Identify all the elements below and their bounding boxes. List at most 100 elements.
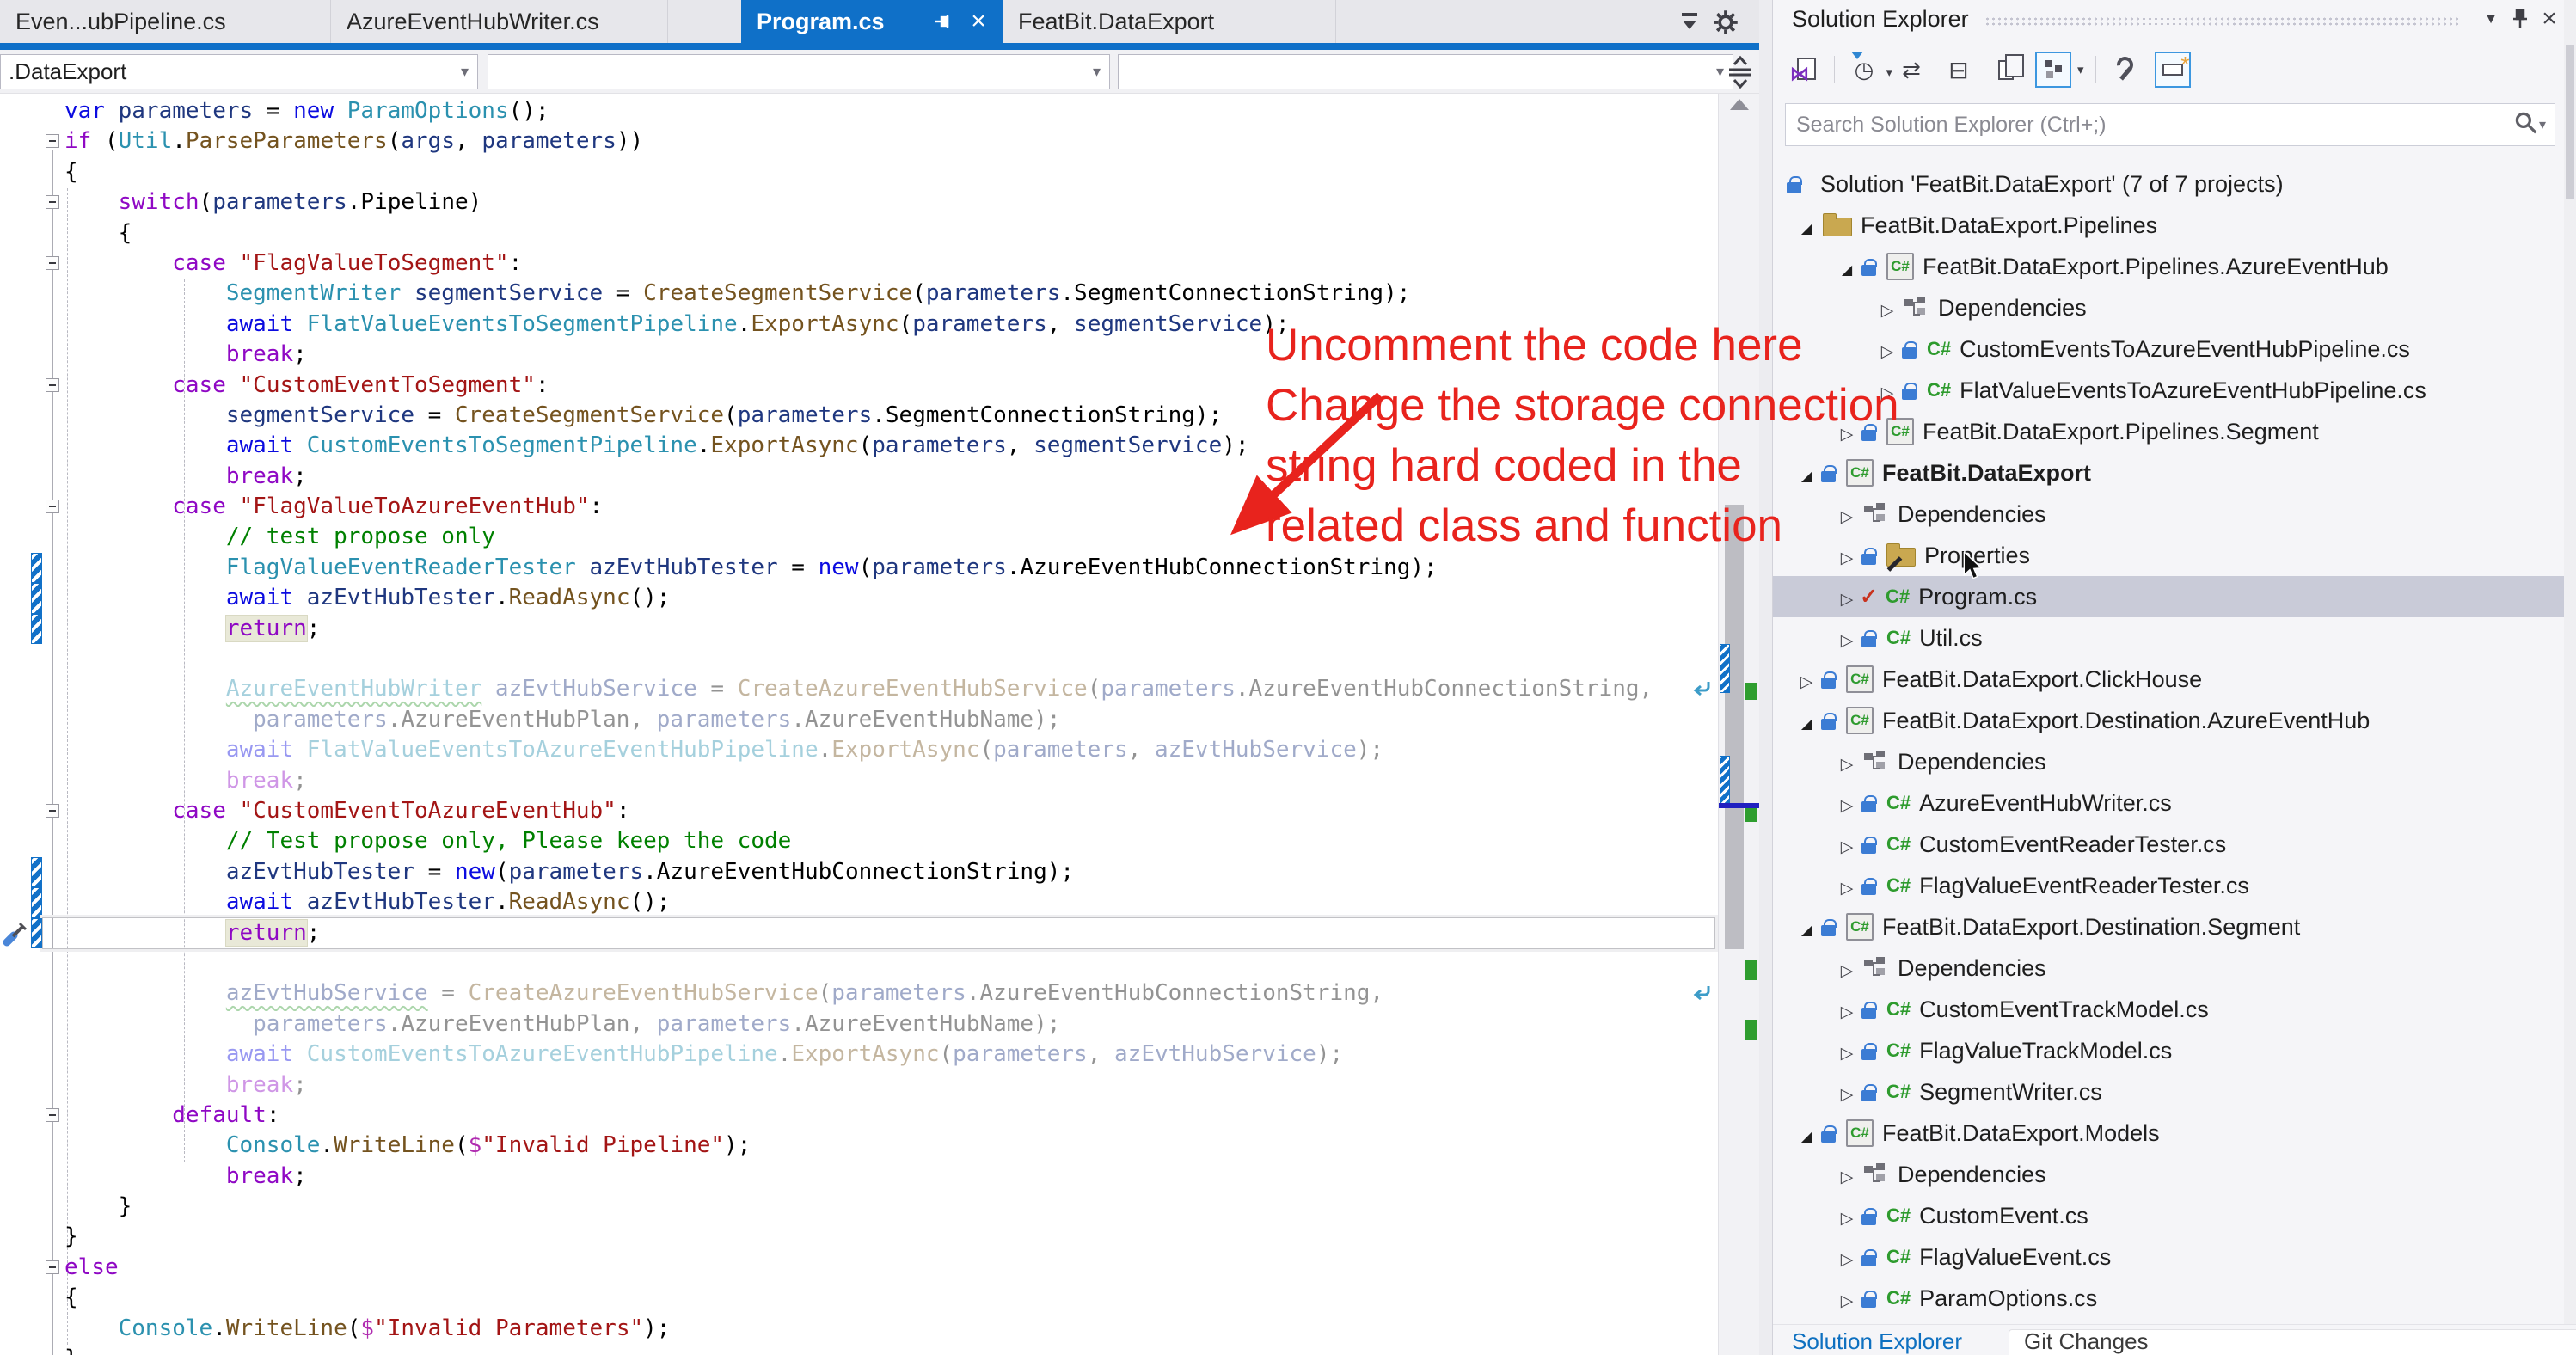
- tree-item-customeventtrackmodel-cs[interactable]: C#CustomEventTrackModel.cs: [1773, 989, 2564, 1030]
- code-line-39[interactable]: else: [0, 1253, 1718, 1283]
- code-line-2[interactable]: if (Util.ParseParameters(args, parameter…: [0, 126, 1718, 156]
- type-dropdown[interactable]: ▾: [488, 54, 1110, 89]
- code-line-30[interactable]: azEvtHubService = CreateAzureEventHubSer…: [0, 978, 1718, 1009]
- document-tab-featbit-dataexport[interactable]: FeatBit.DataExport: [1003, 0, 1336, 43]
- tree-item-util-cs[interactable]: C#Util.cs: [1773, 617, 2564, 659]
- code-line-9[interactable]: break;: [0, 340, 1718, 370]
- code-line-3[interactable]: {: [0, 157, 1718, 187]
- expand-arrow-icon[interactable]: [1834, 625, 1860, 652]
- tree-item-dependencies[interactable]: Dependencies: [1773, 741, 2564, 782]
- code-line-21[interactable]: parameters.AzureEventHubPlan, parameters…: [0, 705, 1718, 735]
- tree-item-azureeventhubwriter-cs[interactable]: C#AzureEventHubWriter.cs: [1773, 782, 2564, 824]
- tree-item-featbit-dataexport-clickhouse[interactable]: C#FeatBit.DataExport.ClickHouse: [1773, 659, 2564, 700]
- sync-with-active-document-icon[interactable]: [1787, 52, 1823, 88]
- code-line-14[interactable]: case "FlagValueToAzureEventHub":: [0, 492, 1718, 522]
- tree-item-featbit-dataexport-pipelines-segment[interactable]: C#FeatBit.DataExport.Pipelines.Segment: [1773, 411, 2564, 452]
- tree-item-customeventstoazureeventhubpipeline-cs[interactable]: C#CustomEventsToAzureEventHubPipeline.cs: [1773, 328, 2564, 370]
- expand-arrow-icon[interactable]: [1834, 543, 1860, 569]
- tree-item-dependencies[interactable]: Dependencies: [1773, 1154, 2564, 1195]
- collapse-arrow-icon[interactable]: [1794, 212, 1819, 239]
- tree-item-dependencies[interactable]: Dependencies: [1773, 287, 2564, 328]
- tree-item-flatvalueeventstoazureeventhubpipeline-cs[interactable]: C#FlatValueEventsToAzureEventHubPipeline…: [1773, 370, 2564, 411]
- expand-arrow-icon[interactable]: [1834, 749, 1860, 776]
- code-line-19[interactable]: [0, 644, 1718, 674]
- collapse-arrow-icon[interactable]: [1834, 254, 1860, 280]
- tree-item-flagvalueevent-cs[interactable]: C#FlagValueEvent.cs: [1773, 1236, 2564, 1278]
- expand-arrow-icon[interactable]: [1834, 1244, 1860, 1271]
- editor-splitter-handle[interactable]: [1721, 52, 1759, 92]
- expand-arrow-icon[interactable]: [1794, 666, 1819, 693]
- fold-collapse-toggle[interactable]: [46, 1108, 59, 1122]
- pin-icon[interactable]: [930, 8, 958, 35]
- document-tab-program-cs[interactable]: Program.cs×: [741, 0, 1003, 43]
- sync-namespaces-icon[interactable]: ⇄: [1893, 52, 1929, 88]
- collapse-all-icon[interactable]: ⊟: [1941, 52, 1977, 88]
- scroll-up-arrow-icon[interactable]: [1730, 99, 1749, 110]
- code-line-18[interactable]: return;: [0, 614, 1718, 644]
- window-position-chevron-icon[interactable]: ▼: [2476, 6, 2505, 32]
- tree-item-flagvaluetrackmodel-cs[interactable]: C#FlagValueTrackModel.cs: [1773, 1030, 2564, 1071]
- tree-item-solution-featbit-dataexport-7-of-7-projects-[interactable]: Solution 'FeatBit.DataExport' (7 of 7 pr…: [1773, 163, 2564, 205]
- tree-item-featbit-dataexport-pipelines[interactable]: FeatBit.DataExport.Pipelines: [1773, 205, 2564, 246]
- preview-selected-items-icon[interactable]: [2155, 52, 2191, 88]
- document-list-chevron-icon[interactable]: [1680, 11, 1699, 32]
- document-tab-azureeventhubwriter-cs[interactable]: AzureEventHubWriter.cs: [331, 0, 668, 43]
- fold-collapse-toggle[interactable]: [46, 804, 59, 818]
- expand-arrow-icon[interactable]: [1834, 419, 1860, 445]
- fold-collapse-toggle[interactable]: [46, 256, 59, 270]
- expand-arrow-icon[interactable]: [1834, 996, 1860, 1023]
- code-line-24[interactable]: case "CustomEventToAzureEventHub":: [0, 796, 1718, 826]
- search-input[interactable]: [1786, 113, 2513, 138]
- expand-arrow-icon[interactable]: [1874, 295, 1900, 322]
- code-line-29[interactable]: [0, 948, 1718, 978]
- expand-arrow-icon[interactable]: [1834, 1285, 1860, 1312]
- close-icon[interactable]: ×: [965, 8, 992, 35]
- expand-arrow-icon[interactable]: [1834, 1038, 1860, 1064]
- tree-item-customeventreadertester-cs[interactable]: C#CustomEventReaderTester.cs: [1773, 824, 2564, 865]
- code-line-26[interactable]: azEvtHubTester = new(parameters.AzureEve…: [0, 857, 1718, 887]
- expand-arrow-icon[interactable]: [1834, 1079, 1860, 1106]
- code-line-28[interactable]: return;: [0, 918, 1718, 948]
- code-line-4[interactable]: switch(parameters.Pipeline): [0, 187, 1718, 218]
- expand-arrow-icon[interactable]: [1834, 1162, 1860, 1188]
- properties-wrench-icon[interactable]: [2107, 52, 2144, 88]
- code-editor[interactable]: var parameters = new ParamOptions();if (…: [0, 94, 1718, 1355]
- code-line-12[interactable]: await CustomEventsToSegmentPipeline.Expo…: [0, 431, 1718, 461]
- code-line-8[interactable]: await FlatValueEventsToSegmentPipeline.E…: [0, 310, 1718, 340]
- code-line-38[interactable]: }: [0, 1222, 1718, 1252]
- tree-item-paramoptions-cs[interactable]: C#ParamOptions.cs: [1773, 1278, 2564, 1319]
- tree-item-customevent-cs[interactable]: C#CustomEvent.cs: [1773, 1195, 2564, 1236]
- project-dropdown[interactable]: .DataExport ▾: [0, 54, 478, 89]
- code-line-6[interactable]: case "FlagValueToSegment":: [0, 248, 1718, 279]
- code-line-31[interactable]: parameters.AzureEventHubPlan, parameters…: [0, 1009, 1718, 1039]
- gear-icon[interactable]: [1713, 9, 1739, 40]
- expand-arrow-icon[interactable]: [1834, 831, 1860, 858]
- code-line-34[interactable]: default:: [0, 1101, 1718, 1131]
- tree-item-program-cs[interactable]: ✓C#Program.cs: [1773, 576, 2564, 617]
- fold-collapse-toggle[interactable]: [46, 195, 59, 209]
- collapse-arrow-icon[interactable]: [1794, 914, 1819, 941]
- code-line-25[interactable]: // Test propose only, Please keep the co…: [0, 826, 1718, 856]
- code-line-42[interactable]: }: [0, 1344, 1718, 1355]
- solution-explorer-scrollbar[interactable]: [2564, 0, 2576, 1324]
- tree-item-flagvalueeventreadertester-cs[interactable]: C#FlagValueEventReaderTester.cs: [1773, 865, 2564, 906]
- code-line-20[interactable]: AzureEventHubWriter azEvtHubService = Cr…: [0, 674, 1718, 704]
- expand-arrow-icon[interactable]: [1874, 336, 1900, 363]
- solution-explorer-header[interactable]: Solution Explorer ▼ ×: [1773, 0, 2576, 38]
- tree-item-featbit-dataexport-destination-segment[interactable]: C#FeatBit.DataExport.Destination.Segment: [1773, 906, 2564, 947]
- code-line-7[interactable]: SegmentWriter segmentService = CreateSeg…: [0, 279, 1718, 309]
- code-line-41[interactable]: Console.WriteLine($"Invalid Parameters")…: [0, 1314, 1718, 1344]
- show-all-files-icon[interactable]: [1988, 52, 2024, 88]
- search-icon[interactable]: [2513, 110, 2539, 140]
- code-line-10[interactable]: case "CustomEventToSegment":: [0, 371, 1718, 401]
- expand-arrow-icon[interactable]: [1834, 501, 1860, 528]
- code-line-16[interactable]: FlagValueEventReaderTester azEvtHubTeste…: [0, 553, 1718, 583]
- collapse-arrow-icon[interactable]: [1794, 460, 1819, 487]
- expand-arrow-icon[interactable]: [1834, 873, 1860, 899]
- code-line-35[interactable]: Console.WriteLine($"Invalid Pipeline");: [0, 1131, 1718, 1161]
- chevron-down-icon[interactable]: ▾: [2077, 62, 2084, 77]
- tree-item-featbit-dataexport-pipelines-azureeventhub[interactable]: C#FeatBit.DataExport.Pipelines.AzureEven…: [1773, 246, 2564, 287]
- expand-arrow-icon[interactable]: [1834, 955, 1860, 982]
- member-dropdown[interactable]: ▾: [1118, 54, 1733, 89]
- code-line-15[interactable]: // test propose only: [0, 522, 1718, 552]
